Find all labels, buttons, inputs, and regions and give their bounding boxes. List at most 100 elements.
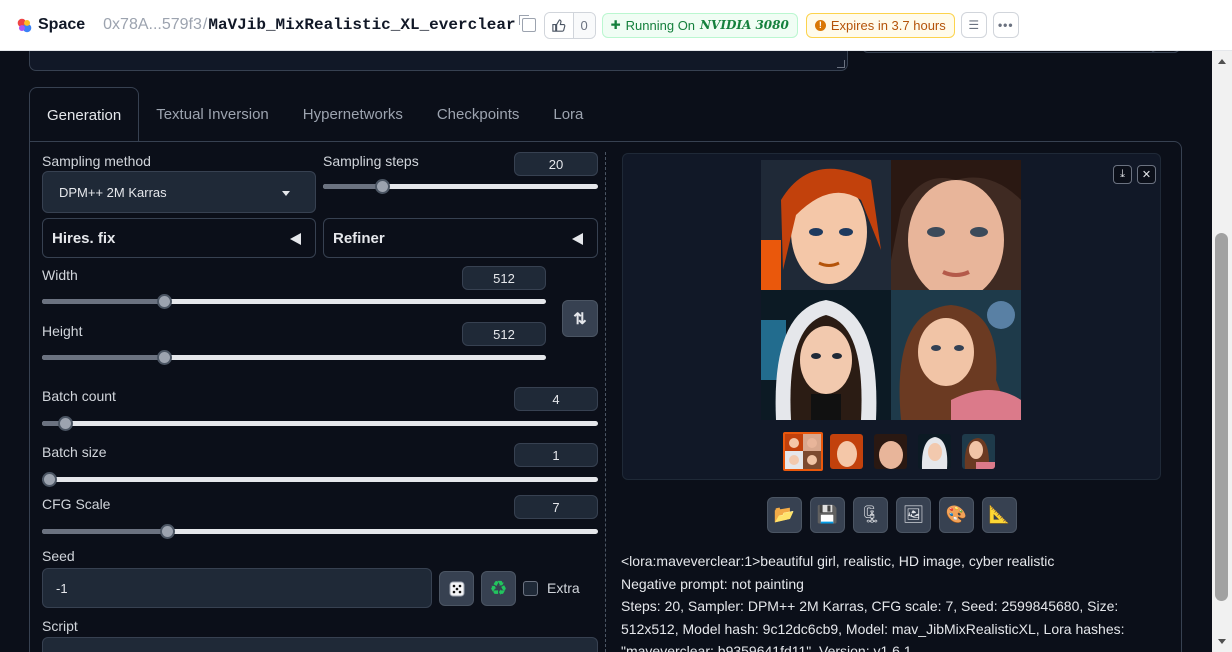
like-button[interactable] bbox=[544, 12, 573, 38]
tab-hypernetworks[interactable]: Hypernetworks bbox=[286, 87, 420, 142]
recycle-icon: ♻ bbox=[489, 578, 508, 600]
folder-icon: 📂 bbox=[773, 505, 796, 524]
width-input[interactable]: 512 bbox=[462, 266, 546, 290]
chip-icon: ✚ bbox=[610, 18, 621, 32]
cfg-scale-slider[interactable] bbox=[42, 522, 598, 540]
download-button[interactable]: ⤓ bbox=[1113, 165, 1132, 184]
main-tabs: Generation Textual Inversion Hypernetwor… bbox=[29, 87, 600, 142]
gallery-thumbnail[interactable] bbox=[918, 434, 951, 469]
space-header: Space 0x78A...579f3 / MaVJib_MixRealisti… bbox=[0, 0, 1232, 51]
thumbnail-image bbox=[918, 434, 951, 469]
cfg-scale-label: CFG Scale bbox=[42, 496, 111, 512]
script-select[interactable] bbox=[42, 637, 598, 652]
slider-thumb[interactable] bbox=[42, 472, 57, 487]
width-label: Width bbox=[42, 267, 78, 283]
close-icon: ✕ bbox=[1141, 169, 1152, 181]
batch-count-label: Batch count bbox=[42, 388, 116, 404]
send-to-img2img-button[interactable]: 🖼 bbox=[896, 497, 931, 533]
list-menu-button[interactable]: ☰ bbox=[960, 12, 987, 38]
slider-thumb[interactable] bbox=[157, 294, 173, 309]
more-icon: ••• bbox=[997, 18, 1014, 32]
width-slider[interactable] bbox=[42, 292, 546, 310]
generation-info: <lora:maveverclear:1>beautiful girl, rea… bbox=[621, 550, 1161, 652]
close-preview-button[interactable]: ✕ bbox=[1137, 165, 1156, 184]
batch-size-input[interactable]: 1 bbox=[514, 443, 598, 467]
batch-size-slider[interactable] bbox=[42, 470, 598, 488]
height-input[interactable]: 512 bbox=[462, 322, 546, 346]
send-to-extras-button[interactable]: 📐 bbox=[982, 497, 1017, 533]
tab-checkpoints[interactable]: Checkpoints bbox=[420, 87, 537, 142]
scroll-thumb[interactable] bbox=[1215, 233, 1228, 601]
swap-vertical-icon: ⇅ bbox=[573, 310, 587, 328]
extra-seed-checkbox[interactable] bbox=[523, 581, 538, 596]
space-repo-name[interactable]: MaVJib_MixRealistic_XL_everclear bbox=[208, 16, 515, 34]
collapse-arrow-icon bbox=[290, 233, 301, 245]
archive-icon: 🗜 bbox=[859, 505, 882, 524]
portrait-image bbox=[891, 290, 1021, 420]
more-options-button[interactable]: ••• bbox=[992, 12, 1019, 38]
send-to-inpaint-button[interactable]: 🎨 bbox=[939, 497, 974, 533]
batch-count-input[interactable]: 4 bbox=[514, 387, 598, 411]
expires-badge[interactable]: ! Expires in 3.7 hours bbox=[805, 12, 955, 38]
seed-input[interactable]: -1 bbox=[42, 568, 432, 608]
path-separator: / bbox=[202, 16, 208, 33]
batch-size-label: Batch size bbox=[42, 444, 107, 460]
tab-generation[interactable]: Generation bbox=[29, 87, 140, 142]
collapse-arrow-icon bbox=[572, 233, 583, 245]
extra-label: Extra bbox=[547, 580, 580, 596]
portrait-image bbox=[761, 290, 891, 420]
sampling-method-select[interactable]: DPM++ 2M Karras bbox=[42, 171, 316, 213]
floppy-disk-icon: 💾 bbox=[816, 505, 839, 524]
thumbnail-image bbox=[785, 434, 821, 469]
triangle-ruler-icon: 📐 bbox=[988, 505, 1011, 524]
tab-textual-inversion[interactable]: Textual Inversion bbox=[139, 87, 286, 142]
caret-down-icon bbox=[282, 191, 290, 196]
like-control[interactable]: 0 bbox=[543, 11, 596, 39]
sampling-steps-input[interactable]: 20 bbox=[514, 152, 598, 176]
sampling-method-label: Sampling method bbox=[42, 153, 151, 169]
slider-thumb[interactable] bbox=[58, 416, 74, 431]
gallery-thumbnail[interactable] bbox=[830, 434, 863, 469]
gallery-thumbnail[interactable] bbox=[962, 434, 995, 469]
seed-label: Seed bbox=[42, 548, 75, 564]
slider-thumb[interactable] bbox=[157, 350, 173, 365]
space-logo-icon bbox=[17, 18, 32, 32]
save-button[interactable]: 💾 bbox=[810, 497, 845, 533]
thumbnail-image bbox=[962, 434, 995, 469]
column-divider bbox=[605, 152, 606, 652]
running-label: Running On bbox=[625, 17, 696, 33]
runtime-badge[interactable]: ✚ Running On NVIDIA 3080 bbox=[601, 12, 798, 38]
scroll-up-icon[interactable] bbox=[1218, 59, 1226, 64]
open-folder-button[interactable]: 📂 bbox=[767, 497, 802, 533]
cfg-scale-input[interactable]: 7 bbox=[514, 495, 598, 519]
reuse-seed-button[interactable]: ♻ bbox=[481, 571, 516, 606]
thumbnail-image bbox=[874, 434, 907, 469]
height-slider[interactable] bbox=[42, 348, 546, 366]
space-owner-link[interactable]: 0x78A...579f3 bbox=[103, 16, 202, 34]
tab-lora[interactable]: Lora bbox=[536, 87, 600, 142]
generated-image-3[interactable] bbox=[761, 290, 891, 420]
sampling-method-value: DPM++ 2M Karras bbox=[59, 184, 167, 200]
dice-icon bbox=[449, 581, 464, 596]
random-seed-button[interactable] bbox=[439, 571, 474, 606]
gallery-thumbnail-grid[interactable] bbox=[783, 432, 823, 471]
swap-dimensions-button[interactable]: ⇅ bbox=[562, 300, 598, 337]
refiner-accordion[interactable]: Refiner bbox=[323, 218, 598, 258]
resize-handle-icon[interactable] bbox=[837, 60, 845, 68]
generated-image-4[interactable] bbox=[891, 290, 1021, 420]
slider-thumb[interactable] bbox=[375, 179, 391, 194]
page-scrollbar[interactable] bbox=[1212, 51, 1232, 652]
generated-image-1[interactable] bbox=[761, 160, 891, 290]
hires-fix-accordion[interactable]: Hires. fix bbox=[42, 218, 316, 258]
scroll-down-icon[interactable] bbox=[1218, 639, 1226, 644]
copy-icon[interactable] bbox=[518, 15, 536, 32]
batch-count-slider[interactable] bbox=[42, 414, 598, 432]
slider-thumb[interactable] bbox=[159, 524, 175, 539]
zip-button[interactable]: 🗜 bbox=[853, 497, 888, 533]
generated-image-2[interactable] bbox=[891, 160, 1021, 290]
space-logo[interactable]: Space bbox=[16, 16, 85, 34]
thumbnail-image bbox=[830, 434, 863, 469]
gpu-label: NVIDIA 3080 bbox=[700, 18, 789, 32]
gallery-thumbnail[interactable] bbox=[874, 434, 907, 469]
sampling-steps-slider[interactable] bbox=[323, 177, 598, 195]
